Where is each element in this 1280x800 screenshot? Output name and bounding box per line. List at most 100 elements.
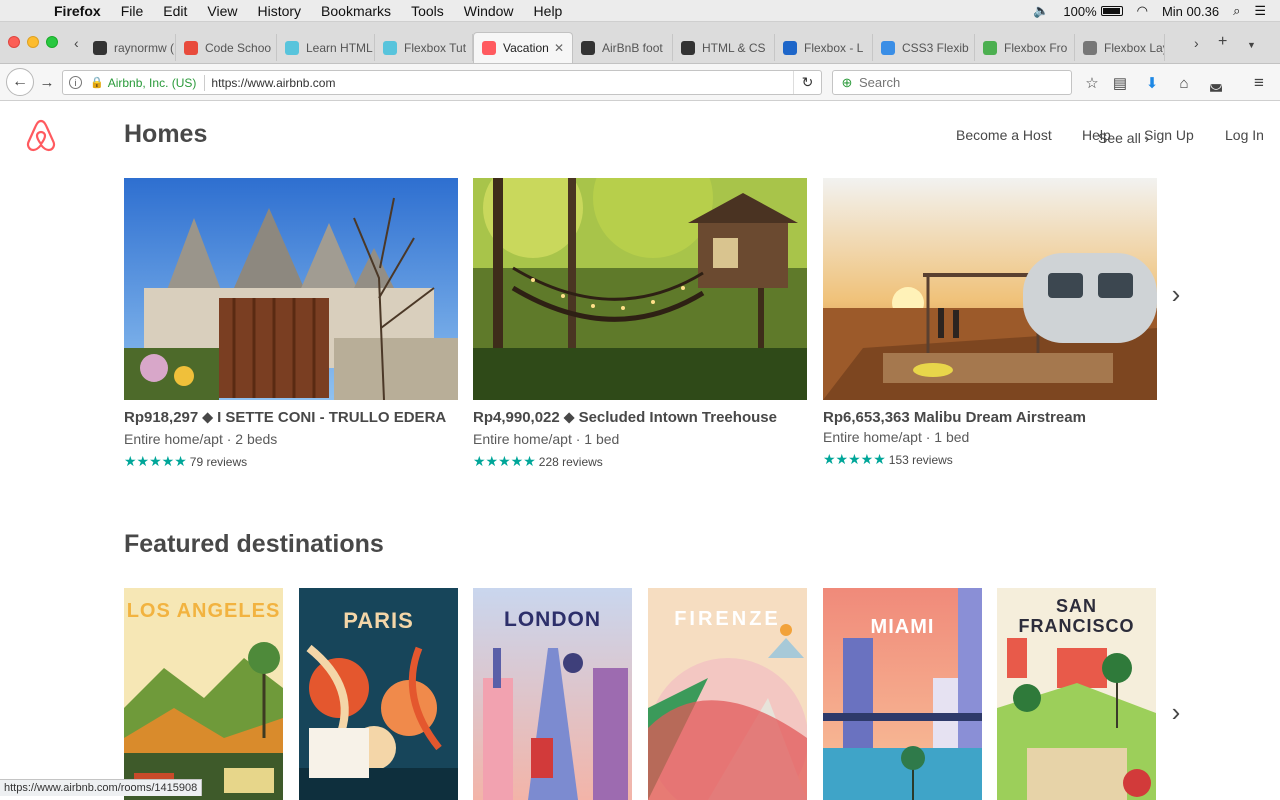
- close-tab-icon[interactable]: ✕: [554, 41, 564, 55]
- destination-card-firenze[interactable]: FIRENZE: [648, 588, 807, 800]
- menu-tools[interactable]: Tools: [411, 3, 444, 19]
- tab-favicon-icon: [93, 40, 107, 55]
- downloads-icon[interactable]: ⬇: [1141, 72, 1163, 94]
- notification-center-icon[interactable]: ☰: [1254, 3, 1266, 19]
- url-bar[interactable]: i 🔒 Airbnb, Inc. (US) https://www.airbnb…: [62, 70, 822, 95]
- destination-card-miami[interactable]: MIAMI: [823, 588, 982, 800]
- search-engine-icon[interactable]: ⊕: [839, 75, 855, 91]
- destination-label: PARIS: [343, 608, 414, 633]
- superhost-badge-icon: ⬥: [559, 409, 579, 426]
- destination-card-london[interactable]: LONDON: [473, 588, 632, 800]
- listing-title[interactable]: Rp4,990,022 ⬥ Secluded Intown Treehouse: [473, 409, 807, 429]
- tab-label: AirBnB foot: [602, 40, 663, 55]
- menu-file[interactable]: File: [121, 3, 144, 19]
- signup-link[interactable]: Sign Up: [1144, 127, 1194, 143]
- tab-favicon-icon: [383, 40, 397, 55]
- url-divider: [204, 74, 206, 91]
- new-tab-button[interactable]: +: [1218, 33, 1227, 51]
- lock-icon[interactable]: 🔒: [90, 76, 104, 89]
- destination-card-paris[interactable]: PARIS: [299, 588, 458, 800]
- hamburger-menu-icon[interactable]: ≡: [1248, 72, 1270, 94]
- close-window-button[interactable]: [8, 36, 20, 48]
- pocket-icon[interactable]: ◛: [1205, 72, 1227, 94]
- tab-label: Flexbox - L: [804, 40, 864, 55]
- browser-tab[interactable]: HTML & CS: [673, 34, 775, 61]
- tab-scroll-left-icon[interactable]: ‹: [74, 35, 79, 51]
- tab-favicon-icon: [581, 40, 595, 55]
- reload-icon[interactable]: ↻: [793, 71, 821, 94]
- spotlight-icon[interactable]: ⌕: [1233, 3, 1240, 19]
- site-info-icon[interactable]: i: [69, 76, 82, 89]
- see-all-label: See all: [1098, 130, 1141, 146]
- listing-price: Rp4,990,022: [473, 409, 560, 426]
- bookmark-star-icon[interactable]: ☆: [1081, 72, 1103, 94]
- listing-photo-treehouse[interactable]: [473, 178, 807, 400]
- review-count: 153 reviews: [888, 452, 953, 467]
- listing-photo-trullo[interactable]: [124, 178, 458, 400]
- minimize-window-button[interactable]: [27, 36, 39, 48]
- zoom-window-button[interactable]: [46, 36, 58, 48]
- home-icon[interactable]: ⌂: [1173, 72, 1195, 94]
- listing-photo-airstream[interactable]: [823, 178, 1157, 400]
- battery-icon[interactable]: [1100, 6, 1123, 16]
- listing-price: Rp918,297: [124, 409, 199, 426]
- search-input[interactable]: [859, 75, 1059, 90]
- url-text[interactable]: https://www.airbnb.com: [211, 76, 335, 90]
- reading-list-icon[interactable]: ▤: [1109, 72, 1131, 94]
- airbnb-logo-icon[interactable]: [24, 117, 58, 153]
- browser-tab[interactable]: Flexbox Fro: [975, 34, 1075, 61]
- destination-label: SAN FRANCISCO: [1018, 596, 1135, 636]
- volume-icon[interactable]: 🔈: [1033, 3, 1049, 19]
- tab-label: HTML & CS: [702, 40, 766, 55]
- destinations-next-arrow-icon[interactable]: ›: [1164, 697, 1188, 727]
- back-button[interactable]: ←: [6, 68, 34, 96]
- listing-card[interactable]: Rp6,653,363 Malibu Dream Airstream Entir…: [823, 178, 1157, 468]
- browser-tab[interactable]: Flexbox Tut: [375, 34, 473, 61]
- search-bar[interactable]: ⊕: [832, 70, 1072, 95]
- browser-tab[interactable]: CSS3 Flexib: [873, 34, 975, 61]
- browser-tab[interactable]: Vacation ✕: [473, 32, 573, 63]
- tab-label: Flexbox Tut: [404, 40, 467, 55]
- become-host-link[interactable]: Become a Host: [956, 127, 1052, 143]
- destination-card-san-francisco[interactable]: SAN FRANCISCO: [997, 588, 1156, 800]
- menu-app-name[interactable]: Firefox: [54, 3, 101, 19]
- listing-card[interactable]: Rp4,990,022 ⬥ Secluded Intown Treehouse …: [473, 178, 807, 470]
- tab-label: CSS3 Flexib: [902, 40, 969, 55]
- listing-title[interactable]: Rp918,297 ⬥ I SETTE CONI - TRULLO EDERA: [124, 409, 458, 429]
- listing-type: Entire home/apt · 1 bed: [823, 429, 970, 445]
- menu-view[interactable]: View: [207, 3, 237, 19]
- menu-history[interactable]: History: [257, 3, 301, 19]
- login-link[interactable]: Log In: [1225, 127, 1264, 143]
- forward-button[interactable]: →: [36, 70, 58, 95]
- destination-label: LOS ANGELES: [126, 600, 281, 622]
- browser-tab[interactable]: Code Schoo: [176, 34, 277, 61]
- superhost-badge-icon: ⬥: [198, 409, 218, 426]
- tab-label: Learn HTML: [306, 40, 373, 55]
- listing-card[interactable]: Rp918,297 ⬥ I SETTE CONI - TRULLO EDERA …: [124, 178, 458, 470]
- tab-favicon-icon: [881, 40, 895, 55]
- menu-window[interactable]: Window: [464, 3, 514, 19]
- menu-clock[interactable]: Min 00.36: [1162, 4, 1219, 19]
- see-all-link[interactable]: See all ›: [1098, 130, 1149, 146]
- listing-title[interactable]: Rp6,653,363 Malibu Dream Airstream: [823, 409, 1157, 429]
- destination-label: MIAMI: [870, 616, 935, 638]
- menu-bookmarks[interactable]: Bookmarks: [321, 3, 391, 19]
- destination-card-los-angeles[interactable]: LOS ANGELES: [124, 588, 283, 800]
- tab-list-icon[interactable]: ▼: [1247, 40, 1256, 50]
- battery-percent[interactable]: 100%: [1063, 4, 1096, 19]
- tab-label: Vacation: [503, 41, 549, 55]
- menu-help[interactable]: Help: [534, 3, 563, 19]
- browser-tab[interactable]: raynormw (: [85, 34, 176, 61]
- browser-tab[interactable]: AirBnB foot: [573, 34, 673, 61]
- tab-favicon-icon: [983, 40, 997, 55]
- listing-price: Rp6,653,363: [823, 409, 910, 426]
- wifi-icon[interactable]: ◠: [1137, 3, 1148, 19]
- menu-edit[interactable]: Edit: [163, 3, 187, 19]
- browser-tab[interactable]: Flexbox - L: [775, 34, 873, 61]
- tab-scroll-right-icon[interactable]: ›: [1194, 35, 1199, 51]
- navigation-toolbar: ← → i 🔒 Airbnb, Inc. (US) https://www.ai…: [0, 64, 1280, 101]
- site-identity[interactable]: Airbnb, Inc. (US): [108, 76, 197, 90]
- browser-tab[interactable]: Learn HTML: [277, 34, 375, 61]
- homes-next-arrow-icon[interactable]: ›: [1164, 279, 1188, 309]
- browser-tab[interactable]: Flexbox Lay: [1075, 34, 1165, 61]
